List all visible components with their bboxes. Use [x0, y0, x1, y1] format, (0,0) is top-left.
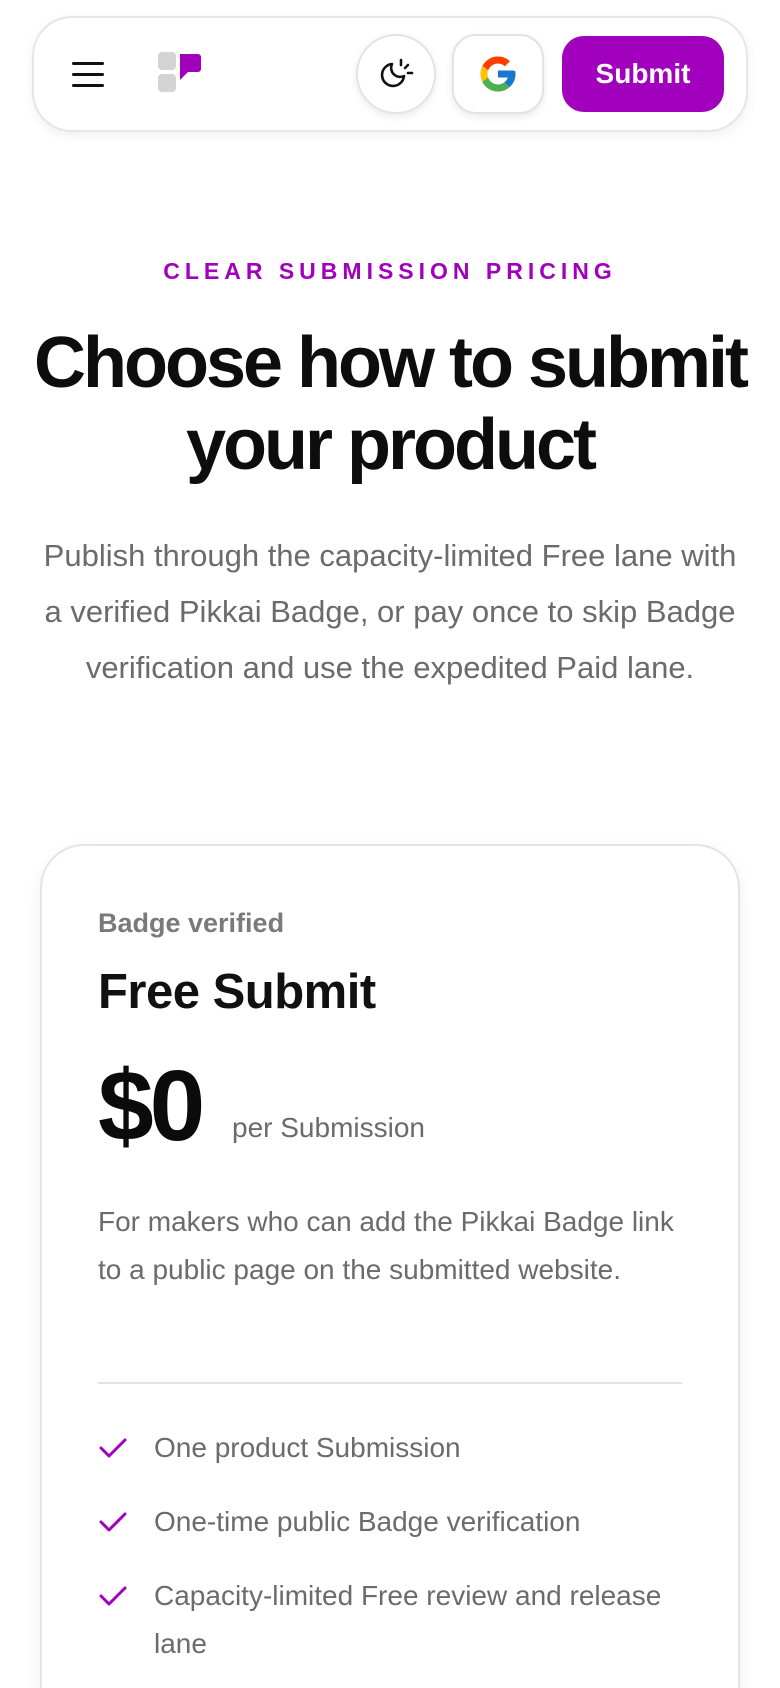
- feature-label: One product Submission: [154, 1432, 461, 1463]
- pikkai-logo-icon[interactable]: [158, 52, 214, 102]
- plan-name: Free Submit: [98, 965, 376, 1019]
- list-item: One-time public Badge verification: [98, 1498, 698, 1546]
- theme-toggle-icon: [380, 58, 414, 88]
- google-icon: [480, 56, 516, 92]
- plan-price-unit: per Submission: [232, 1112, 425, 1143]
- submit-button[interactable]: Submit: [562, 36, 724, 112]
- top-nav-bar: Submit: [32, 16, 748, 132]
- check-icon: [99, 1586, 127, 1606]
- page-title: Choose how to submit your product: [34, 323, 749, 485]
- theme-toggle-button[interactable]: [356, 34, 436, 114]
- divider: [98, 1382, 682, 1384]
- plan-price: $0: [98, 1050, 205, 1162]
- check-icon: [99, 1512, 127, 1532]
- free-plan-card: Badge verified Free Submit $0 per Submis…: [40, 844, 740, 1688]
- plan-feature-list: One product Submission One-time public B…: [98, 1424, 698, 1688]
- list-item: Capacity-limited Free review and release…: [98, 1572, 698, 1668]
- page: Submit CLEAR SUBMISSION PRICING Choose h…: [0, 0, 780, 1688]
- check-icon: [99, 1438, 127, 1458]
- page-subtitle: Publish through the capacity-limited Fre…: [43, 538, 737, 685]
- plan-eyebrow: Badge verified: [98, 908, 285, 938]
- feature-label: Capacity-limited Free review and release…: [154, 1580, 662, 1659]
- hamburger-menu-icon[interactable]: [72, 52, 112, 96]
- feature-label: One-time public Badge verification: [154, 1506, 581, 1537]
- google-sign-in-button[interactable]: [452, 34, 544, 114]
- section-eyebrow: CLEAR SUBMISSION PRICING: [163, 258, 617, 284]
- plan-description: For makers who can add the Pikkai Badge …: [98, 1206, 674, 1285]
- list-item: One product Submission: [98, 1424, 698, 1472]
